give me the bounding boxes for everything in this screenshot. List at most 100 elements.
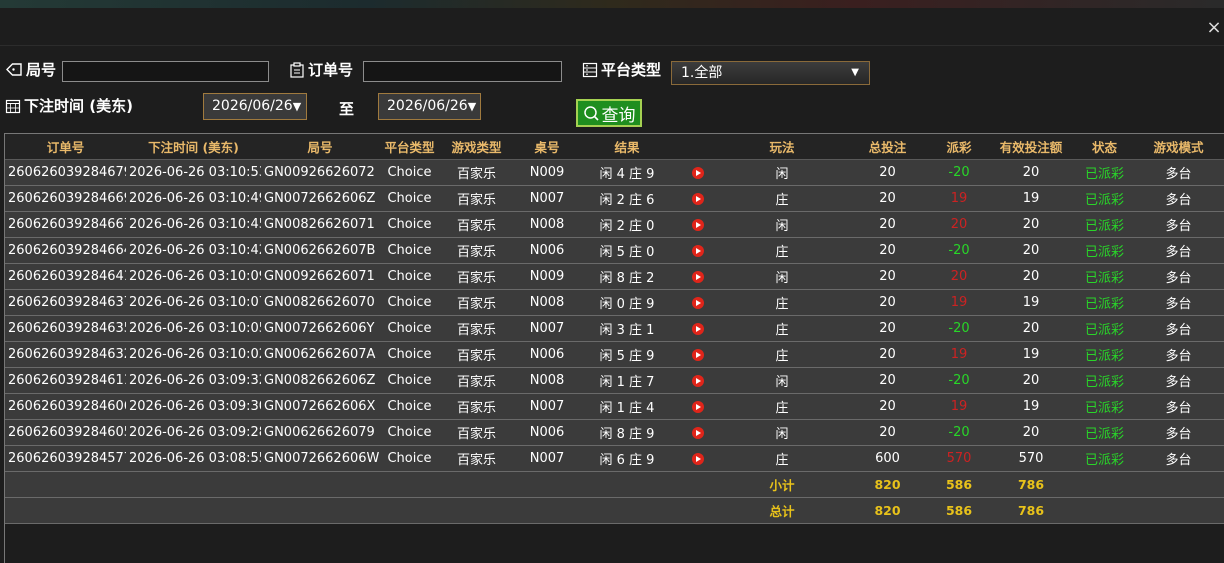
table-row[interactable]: 260626039284641 2026-06-26 03:10:09 GN0092… [5,263,1224,290]
replay-video-icon[interactable] [691,348,704,361]
table-row[interactable]: 260626039284669 2026-06-26 03:10:49 GN0072… [5,185,1224,212]
play-type-cell: 庄 [722,445,842,472]
round-input[interactable] [62,61,269,82]
round-id-cell: GN00826626070 [261,289,379,316]
date-from-picker[interactable]: 2026/06/26▼ [203,93,307,120]
time-cell: 2026-06-26 03:10:02 [126,341,261,368]
time-cell: 2026-06-26 03:10:05 [126,315,261,342]
replay-cell[interactable] [673,445,722,472]
total-label: 总计 [722,497,842,524]
col-header[interactable]: 桌号 [513,134,581,160]
platform-cell: Choice [379,185,440,212]
replay-cell[interactable] [673,341,722,368]
replay-cell[interactable] [673,159,722,186]
table-row[interactable]: 260626039284679 2026-06-26 03:10:53 GN0092… [5,159,1224,186]
table-row[interactable]: 260626039284605 2026-06-26 03:09:28 GN0062… [5,419,1224,446]
empty-cell [513,471,581,498]
replay-cell[interactable] [673,289,722,316]
order-cell: 260626039284637 [5,289,126,316]
replay-video-icon[interactable] [691,192,704,205]
round-id-cell: GN0072662606Y [261,315,379,342]
time-cell: 2026-06-26 03:10:07 [126,289,261,316]
game-mode-cell: 多台 [1132,159,1224,186]
replay-cell[interactable] [673,237,722,264]
valid-bet-cell: 570 [985,445,1077,472]
order-input[interactable] [363,61,562,82]
col-header[interactable]: 订单号 [5,134,126,160]
col-header[interactable]: 派彩 [933,134,985,160]
total-bet-cell: 20 [842,237,933,264]
replay-video-icon[interactable] [691,426,704,439]
replay-video-icon[interactable] [691,166,704,179]
replay-cell[interactable] [673,185,722,212]
table-row[interactable]: 260626039284664 2026-06-26 03:10:42 GN0062… [5,237,1224,264]
platform-cell: Choice [379,445,440,472]
valid-bet-cell: 20 [985,419,1077,446]
replay-video-icon[interactable] [691,374,704,387]
col-header[interactable]: 局号 [261,134,379,160]
to-label: 至 [339,100,355,118]
replay-cell[interactable] [673,315,722,342]
table-row[interactable]: 260626039284632 2026-06-26 03:10:02 GN0062… [5,341,1224,368]
empty-cell [513,497,581,524]
replay-cell[interactable] [673,211,722,238]
table-row[interactable]: 260626039284577 2026-06-26 03:08:55 GN0072… [5,445,1224,472]
play-type-cell: 闲 [722,211,842,238]
col-header[interactable]: 有效投注额 [985,134,1077,160]
platform-select[interactable]: 1.全部 ▼ [671,61,870,85]
total-bet-cell: 20 [842,211,933,238]
game-mode-cell: 多台 [1132,419,1224,446]
payout-cell: 570 [933,445,985,472]
total-row: 总计 820 586 786 [5,497,1224,524]
replay-video-icon[interactable] [691,452,704,465]
replay-video-icon[interactable] [691,296,704,309]
replay-video-icon[interactable] [691,270,704,283]
replay-cell[interactable] [673,263,722,290]
query-button[interactable]: 查询 [576,99,642,127]
valid-bet-cell: 19 [985,341,1077,368]
col-header[interactable]: 下注时间 (美东) [126,134,261,160]
game-type-cell: 百家乐 [440,263,513,290]
replay-video-icon[interactable] [691,218,704,231]
time-cell: 2026-06-26 03:09:28 [126,419,261,446]
close-button[interactable]: × [1206,18,1222,38]
replay-video-icon[interactable] [691,244,704,257]
date-to-picker[interactable]: 2026/06/26▼ [378,93,481,120]
col-header[interactable]: 结果 [581,134,673,160]
status-cell: 已派彩 [1077,185,1132,212]
time-cell: 2026-06-26 03:09:32 [126,367,261,394]
table-no-cell: N007 [513,315,581,342]
table-row[interactable]: 260626039284606 2026-06-26 03:09:30 GN0072… [5,393,1224,420]
replay-video-icon[interactable] [691,400,704,413]
replay-video-icon[interactable] [691,322,704,335]
col-header[interactable]: 游戏模式 [1132,134,1224,160]
empty-cell [5,497,126,524]
table-no-cell: N006 [513,237,581,264]
table-row[interactable]: 260626039284637 2026-06-26 03:10:07 GN0082… [5,289,1224,316]
table-no-cell: N007 [513,185,581,212]
col-header[interactable]: 玩法 [722,134,842,160]
time-cell: 2026-06-26 03:10:53 [126,159,261,186]
result-cell: 闲 4 庄 9 [581,159,673,186]
table-row[interactable]: 260626039284635 2026-06-26 03:10:05 GN0072… [5,315,1224,342]
play-type-cell: 闲 [722,367,842,394]
result-cell: 闲 3 庄 1 [581,315,673,342]
replay-cell[interactable] [673,419,722,446]
valid-bet-cell: 19 [985,185,1077,212]
subtotal-bet: 820 [842,471,933,498]
table-row[interactable]: 260626039284611 2026-06-26 03:09:32 GN0082… [5,367,1224,394]
col-header[interactable]: 平台类型 [379,134,440,160]
empty-cell [1077,471,1132,498]
replay-cell[interactable] [673,393,722,420]
table-no-cell: N006 [513,419,581,446]
payout-cell: -20 [933,237,985,264]
col-header[interactable]: 总投注 [842,134,933,160]
date-to-value: 2026/06/26 [387,98,468,114]
time-filter-label: 下注时间 (美东) [5,95,133,116]
background-strip [0,0,1224,8]
col-header[interactable]: 游戏类型 [440,134,513,160]
table-row[interactable]: 260626039284667 2026-06-26 03:10:45 GN0082… [5,211,1224,238]
table-no-cell: N008 [513,211,581,238]
col-header[interactable]: 状态 [1077,134,1132,160]
replay-cell[interactable] [673,367,722,394]
